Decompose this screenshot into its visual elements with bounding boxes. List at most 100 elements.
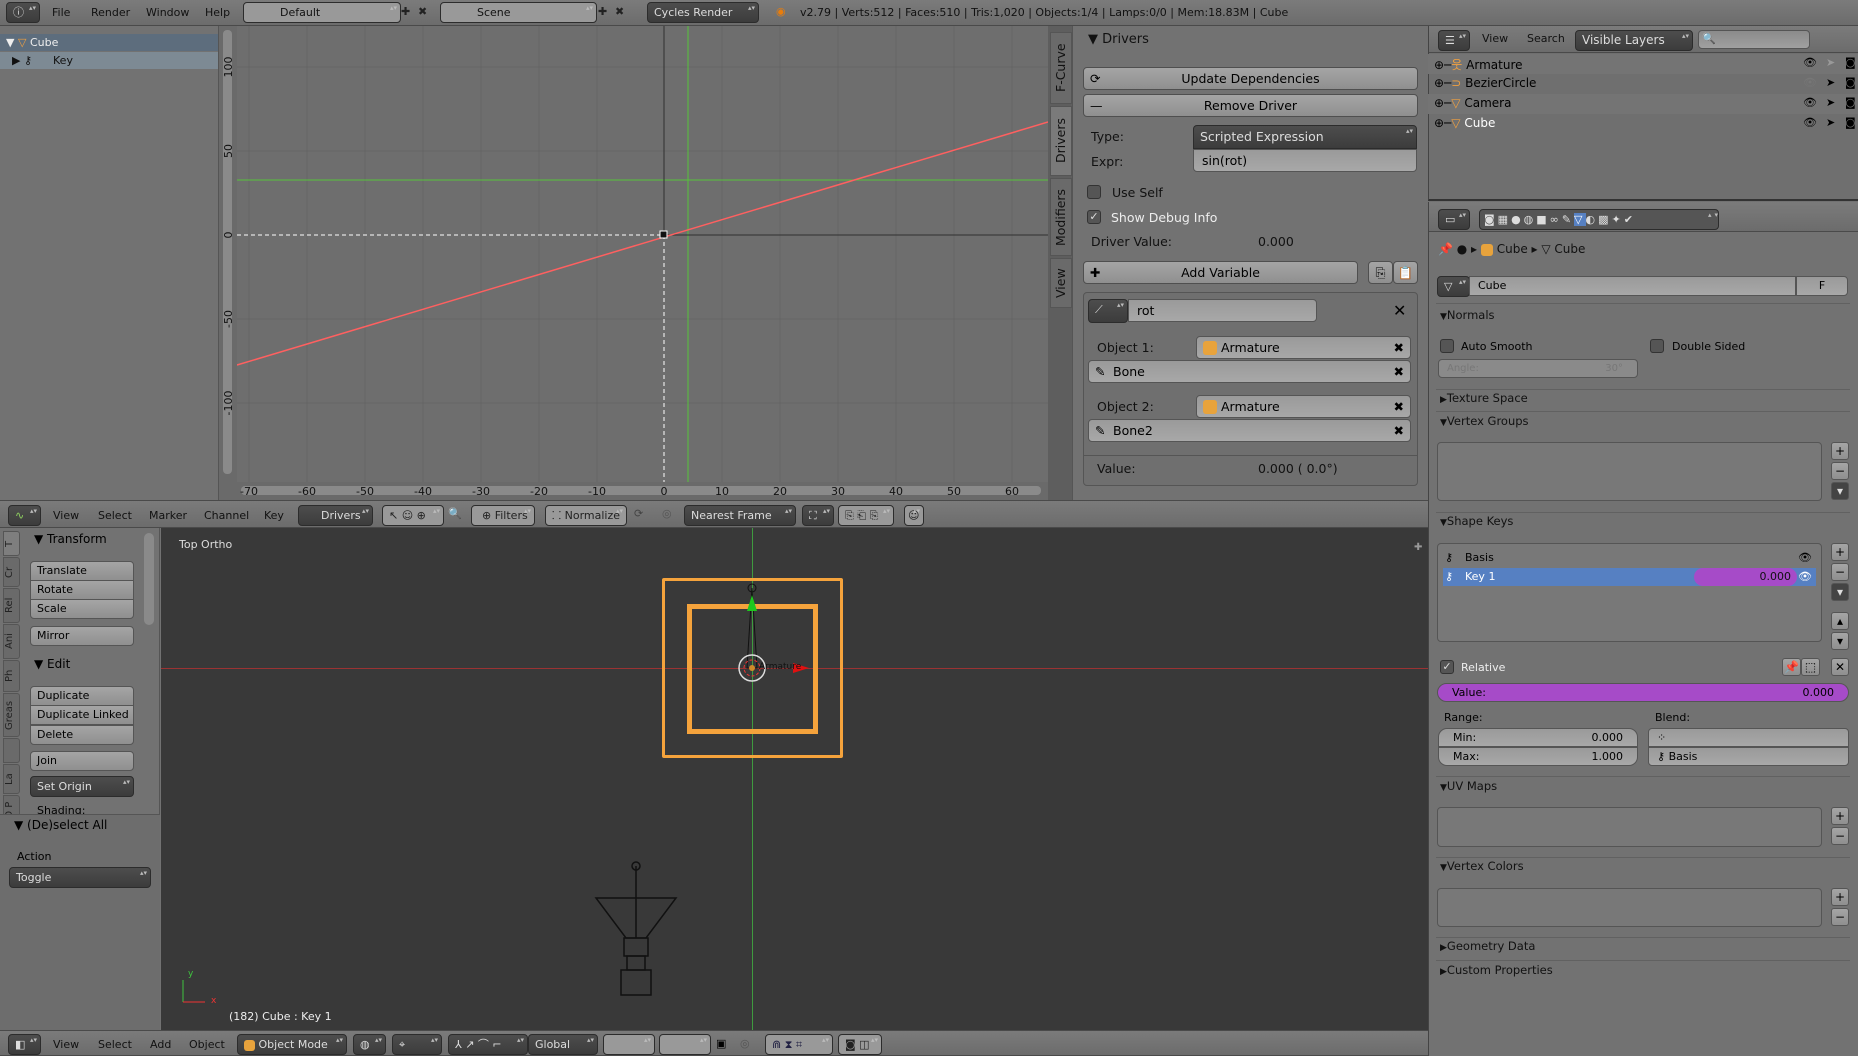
- eye-icon[interactable]: 👁: [1803, 96, 1817, 109]
- remove-shape-key-button[interactable]: −: [1831, 563, 1849, 581]
- only-selected-toggle[interactable]: ↖ ☺ ⊕: [382, 505, 444, 526]
- menu-view[interactable]: View: [53, 1038, 79, 1051]
- editor-type-info[interactable]: ⓘ: [6, 2, 40, 23]
- edit-panel-header[interactable]: ▼ Edit: [34, 657, 70, 671]
- object2-field[interactable]: Armature ✖: [1196, 395, 1411, 418]
- mesh-type-select[interactable]: ▽: [1437, 276, 1470, 297]
- scene-add-icon[interactable]: ✚: [598, 5, 607, 18]
- shape-key-pin-button[interactable]: 📌: [1782, 658, 1801, 676]
- render-buttons[interactable]: ◙ ◫: [838, 1034, 882, 1055]
- lock-layers-icon[interactable]: ▣: [716, 1037, 726, 1050]
- add-uv-map-button[interactable]: +: [1831, 807, 1849, 825]
- duplicate-button[interactable]: Duplicate: [30, 686, 134, 706]
- mesh-datablock-name[interactable]: Cube: [1469, 276, 1796, 296]
- normalize-toggle[interactable]: ⸬ Normalize: [545, 505, 627, 526]
- variable-name-input[interactable]: rot: [1128, 299, 1317, 322]
- viewport-add-region-icon[interactable]: ✚: [1414, 542, 1422, 553]
- eye-hidden-icon[interactable]: 👁: [1803, 76, 1817, 89]
- delete-button[interactable]: Delete: [30, 725, 134, 745]
- show-debug-checkbox[interactable]: ✓: [1087, 210, 1101, 224]
- auto-snap-select[interactable]: Nearest Frame: [684, 505, 796, 526]
- render-engine-selector[interactable]: Cycles Render: [647, 2, 759, 23]
- menu-marker[interactable]: Marker: [149, 509, 187, 522]
- eye-icon[interactable]: 👁: [1803, 116, 1817, 129]
- outliner-item-cube[interactable]: ⊕─▽ Cube 👁 ➤ ◙: [1428, 114, 1858, 134]
- copy-paste-keys[interactable]: ⎘ ⎗ ⎘: [838, 505, 894, 526]
- clear-icon[interactable]: ✖: [1394, 396, 1404, 417]
- toolbar-tab[interactable]: Rel: [3, 588, 20, 623]
- duplicate-linked-button[interactable]: Duplicate Linked: [30, 705, 134, 725]
- update-dependencies-button[interactable]: ⟳ Update Dependencies: [1083, 67, 1418, 90]
- filters-button[interactable]: ⊕ Filters: [471, 505, 535, 526]
- editor-type-3d[interactable]: ◧: [8, 1034, 41, 1055]
- action-select[interactable]: Toggle: [9, 867, 151, 888]
- display-mode-select[interactable]: Visible Layers: [1575, 30, 1693, 51]
- driver-type-select[interactable]: Scripted Expression: [1193, 125, 1417, 149]
- use-self-checkbox[interactable]: [1087, 185, 1101, 199]
- remove-vertex-group-button[interactable]: −: [1831, 462, 1849, 480]
- shape-key-edit-mode-button[interactable]: ⬚: [1801, 658, 1820, 676]
- menu-channel[interactable]: Channel: [204, 509, 249, 522]
- editor-type-outliner[interactable]: ☰: [1438, 30, 1470, 51]
- shape-key-menu-button[interactable]: ▾: [1831, 583, 1849, 601]
- manipulator-toggles[interactable]: ⅄ ↗ ⌒ ⌐: [448, 1034, 528, 1055]
- proportional-icon[interactable]: ◎: [740, 1037, 750, 1050]
- clear-icon[interactable]: ✖: [1394, 420, 1404, 441]
- camera-render-icon[interactable]: ◙: [1845, 96, 1856, 109]
- uv-maps-list[interactable]: [1437, 807, 1822, 847]
- eye-icon[interactable]: 👁: [1803, 56, 1817, 69]
- scene-remove-icon[interactable]: ✖: [615, 5, 624, 18]
- tab-fcurve[interactable]: F-Curve: [1050, 32, 1072, 104]
- remove-uv-map-button[interactable]: −: [1831, 827, 1849, 845]
- shape-key-item-key1[interactable]: ⚷ Key 1 0.000 👁: [1443, 568, 1816, 586]
- tab-mesh-data[interactable]: ▽: [1574, 213, 1586, 226]
- copy-variables-button[interactable]: ⎘: [1368, 261, 1393, 284]
- add-variable-button[interactable]: ✚ Add Variable: [1083, 261, 1358, 284]
- vertex-groups-panel-header[interactable]: Vertex Groups: [1440, 414, 1529, 428]
- menu-search[interactable]: Search: [1527, 32, 1565, 45]
- toolbar-tab[interactable]: Ani: [3, 624, 20, 659]
- eye-icon[interactable]: 👁: [1798, 549, 1812, 567]
- vertex-colors-list[interactable]: [1437, 888, 1822, 927]
- menu-add[interactable]: Add: [150, 1038, 171, 1051]
- tab-drivers[interactable]: Drivers: [1050, 106, 1072, 176]
- layout-add-icon[interactable]: ✚: [401, 5, 410, 18]
- remove-vertex-color-button[interactable]: −: [1831, 908, 1849, 926]
- add-shape-key-button[interactable]: +: [1831, 543, 1849, 561]
- layer-buttons-2[interactable]: [659, 1034, 711, 1055]
- proportional-icon[interactable]: ◎: [662, 507, 672, 520]
- drivers-title[interactable]: ▼ Drivers: [1088, 32, 1149, 47]
- viewport-3d[interactable]: Top Ortho Armature y x (182) Cube : Key …: [161, 528, 1428, 1030]
- move-up-button[interactable]: ▴: [1831, 612, 1849, 630]
- toolbar-tab[interactable]: La: [3, 764, 20, 794]
- set-origin-select[interactable]: Set Origin: [30, 776, 134, 797]
- normals-panel-header[interactable]: Normals: [1440, 308, 1495, 322]
- select-arrow-icon[interactable]: ➤: [1826, 76, 1835, 89]
- add-vertex-group-button[interactable]: +: [1831, 442, 1849, 460]
- shading-select[interactable]: ◍: [353, 1034, 386, 1055]
- shape-keys-panel-header[interactable]: Shape Keys: [1440, 514, 1514, 528]
- variable-type-select[interactable]: ⟋: [1088, 299, 1128, 323]
- menu-select[interactable]: Select: [98, 509, 132, 522]
- zoom-icon[interactable]: 🔍: [448, 507, 462, 520]
- vertex-groups-list[interactable]: [1437, 442, 1822, 501]
- translate-button[interactable]: Translate: [30, 561, 134, 581]
- texture-space-panel-header[interactable]: Texture Space: [1440, 391, 1528, 405]
- toolbar-tab[interactable]: Greas: [3, 693, 20, 737]
- pin-icon[interactable]: 📌: [1438, 242, 1453, 256]
- layout-remove-icon[interactable]: ✖: [418, 5, 427, 18]
- menu-view[interactable]: View: [53, 509, 79, 522]
- mirror-button[interactable]: Mirror: [30, 626, 134, 646]
- auto-smooth-checkbox[interactable]: [1440, 339, 1454, 353]
- add-vertex-color-button[interactable]: +: [1831, 888, 1849, 906]
- pivot-select[interactable]: ⌖: [392, 1034, 442, 1055]
- camera-object[interactable]: [591, 858, 681, 1008]
- graph-editor-canvas[interactable]: -70 -60 -50 -40 -30 -20 -10 0 10 20 30 40 50 60 10050…: [219, 26, 1048, 500]
- clear-shape-keys-button[interactable]: ✕: [1831, 658, 1849, 676]
- min-field[interactable]: Min: 0.000: [1438, 728, 1638, 747]
- tab-modifiers[interactable]: Modifiers: [1050, 178, 1072, 256]
- fake-user-button[interactable]: F: [1796, 276, 1848, 296]
- graph-mode-select[interactable]: Drivers: [298, 505, 373, 526]
- menu-help[interactable]: Help: [205, 6, 230, 19]
- layout-selector[interactable]: Default: [243, 2, 401, 23]
